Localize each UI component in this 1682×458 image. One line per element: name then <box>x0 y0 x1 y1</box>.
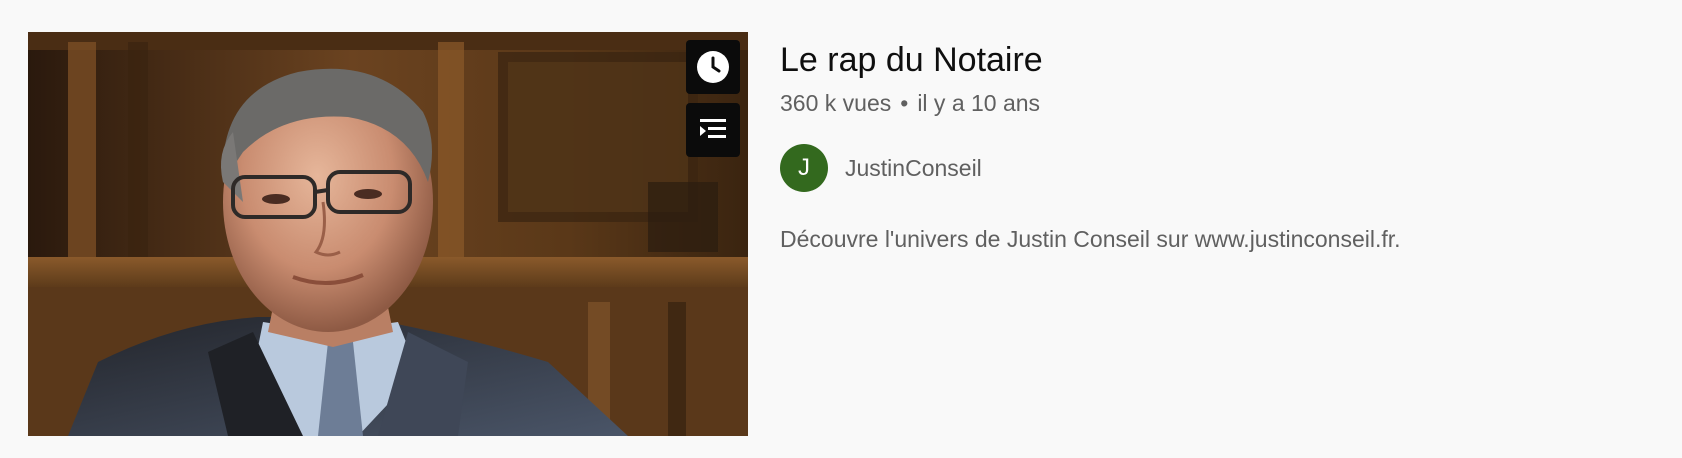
upload-age: il y a 10 ans <box>917 90 1041 116</box>
video-description: Découvre l'univers de Justin Conseil sur… <box>780 226 1401 252</box>
video-thumbnail[interactable] <box>28 32 748 436</box>
avatar[interactable]: J <box>780 144 828 192</box>
view-count: 360 k vues <box>780 90 892 116</box>
video-stats: 360 k vues • il y a 10 ans <box>780 88 1040 118</box>
clock-icon <box>697 51 729 83</box>
separator-dot: • <box>900 90 909 116</box>
queue-icon <box>700 119 726 138</box>
video-title[interactable]: Le rap du Notaire <box>780 38 1043 82</box>
channel-link[interactable]: J JustinConseil <box>780 144 982 192</box>
channel-name[interactable]: JustinConseil <box>845 155 982 182</box>
watch-later-button[interactable] <box>686 40 740 94</box>
thumbnail-image <box>28 32 748 436</box>
video-result[interactable]: Le rap du Notaire 360 k vues • il y a 10 a… <box>28 32 1658 436</box>
add-to-queue-button[interactable] <box>686 103 740 157</box>
